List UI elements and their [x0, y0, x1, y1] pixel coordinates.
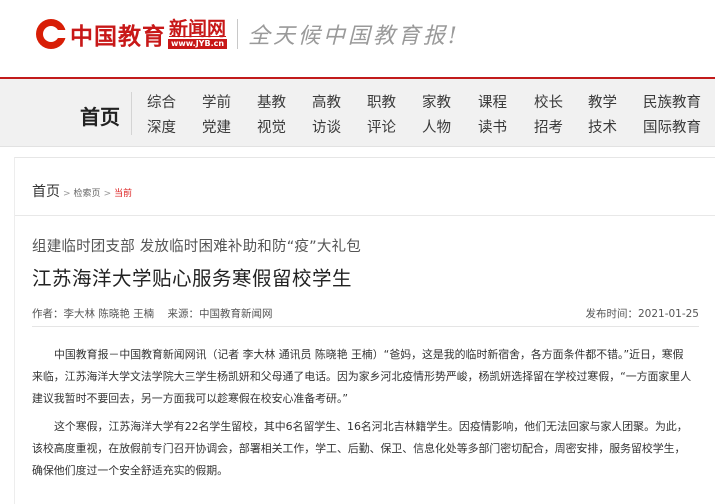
article-card: 首页 > 检索页 > 当前 组建临时团支部 发放临时困难补助和防“疫”大礼包 江…	[14, 157, 715, 504]
main-nav: 首页 综合 学前 基教 高教 职教 家教 课程 校长 教学 民族教育 深度 党建 视觉 访谈 评论 人物 读书…	[0, 79, 715, 147]
breadcrumb-divider	[15, 215, 715, 216]
nav-item[interactable]: 招考	[534, 116, 563, 137]
nav-item[interactable]: 校长	[534, 91, 563, 112]
nav-item[interactable]: 评论	[367, 116, 396, 137]
nav-item[interactable]: 民族教育	[643, 91, 701, 112]
nav-item[interactable]: 教学	[588, 91, 617, 112]
nav-item[interactable]: 课程	[478, 91, 507, 112]
nav-item[interactable]: 基教	[257, 91, 286, 112]
nav-item[interactable]: 国际教育	[643, 116, 701, 137]
site-header: 中国教育 新闻网 www.JYB.cn 全天候中国教育报!	[0, 0, 715, 78]
meta-divider	[32, 326, 699, 327]
logo-divider	[237, 19, 239, 49]
nav-item[interactable]: 读书	[478, 116, 507, 137]
logo-net: 新闻网 www.JYB.cn	[168, 18, 228, 49]
article-meta: 作者：李大林 陈晓艳 王楠 来源：中国教育新闻网 发布时间：2021-01-25	[32, 306, 699, 321]
breadcrumb-arrow: >	[103, 189, 112, 199]
nav-item[interactable]: 深度	[147, 116, 176, 137]
article-date: 发布时间：2021-01-25	[585, 308, 699, 320]
breadcrumb-section[interactable]: 检索页	[74, 186, 101, 199]
nav-item[interactable]: 访谈	[312, 116, 341, 137]
nav-home[interactable]: 首页	[80, 101, 120, 130]
site-slogan: 全天候中国教育报!	[248, 24, 460, 49]
nav-item[interactable]: 综合	[147, 91, 176, 112]
nav-item[interactable]: 家教	[422, 91, 451, 112]
nav-separator	[131, 92, 132, 135]
article-subtitle: 组建临时团支部 发放临时困难补助和防“疫”大礼包	[32, 239, 361, 255]
article-author: 作者：李大林 陈晓艳 王楠	[32, 308, 155, 320]
logo-net-text: 新闻网	[169, 18, 227, 40]
article-paragraph: 中国教育报－中国教育新闻网讯（记者 李大林 通讯员 陈晓艳 王楠）“爸妈，这是我…	[32, 348, 692, 405]
nav-item[interactable]: 视觉	[257, 116, 286, 137]
article-paragraph: 这个寒假，江苏海洋大学有22名学生留校，其中6名留学生、16名河北吉林籍学生。因…	[32, 420, 688, 477]
breadcrumb-home[interactable]: 首页	[32, 181, 60, 201]
logo-url: www.JYB.cn	[168, 39, 228, 49]
nav-item[interactable]: 技术	[588, 116, 617, 137]
breadcrumb-arrow: >	[63, 189, 71, 199]
nav-item[interactable]: 学前	[202, 91, 231, 112]
nav-row-2: 深度 党建 视觉 访谈 评论 人物 读书 招考 技术 国际教育	[147, 116, 707, 136]
logo-emblem-icon	[36, 19, 68, 49]
breadcrumb: 首页 > 检索页 > 当前	[32, 181, 132, 201]
nav-item[interactable]: 高教	[312, 91, 341, 112]
breadcrumb-current: 当前	[114, 189, 133, 199]
nav-item[interactable]: 党建	[202, 116, 231, 137]
nav-item[interactable]: 职教	[367, 91, 396, 112]
logo-text: 中国教育	[70, 23, 166, 50]
nav-item[interactable]: 人物	[422, 116, 451, 137]
article-source: 来源：中国教育新闻网	[167, 308, 273, 320]
nav-row-1: 综合 学前 基教 高教 职教 家教 课程 校长 教学 民族教育	[147, 91, 707, 111]
article-title: 江苏海洋大学贴心服务寒假留校学生	[32, 267, 353, 290]
site-logo[interactable]: 中国教育 新闻网 www.JYB.cn 全天候中国教育报!	[36, 14, 460, 54]
